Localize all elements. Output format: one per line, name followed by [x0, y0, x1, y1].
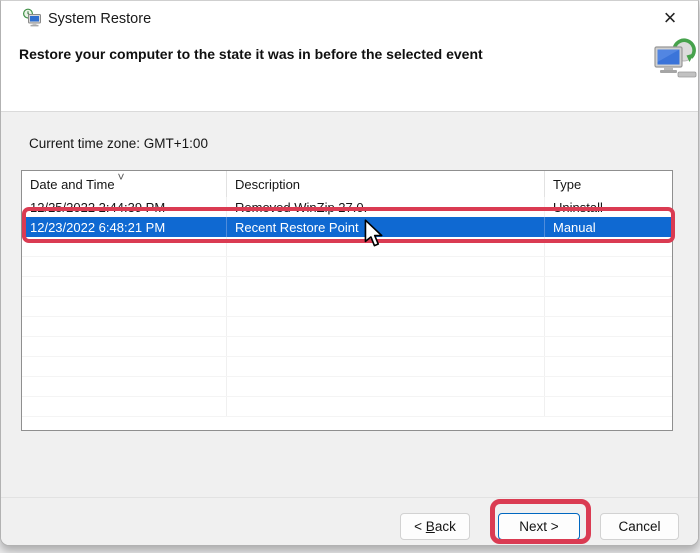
dialog-footer: < Back Next > Cancel: [1, 497, 698, 546]
back-button[interactable]: < Back: [400, 513, 470, 540]
restore-point-row-selected[interactable]: 12/23/2022 6:48:21 PM Recent Restore Poi…: [22, 217, 672, 237]
table-row-empty: [22, 397, 672, 417]
column-header-type[interactable]: Type: [545, 171, 672, 197]
table-row-empty: [22, 377, 672, 397]
window-title: System Restore: [48, 11, 151, 27]
table-row-empty: [22, 297, 672, 317]
cell-type: Manual: [545, 217, 672, 237]
cell-type: Uninstall: [545, 197, 672, 217]
title-bar: System Restore ×: [1, 1, 698, 39]
dialog-body: Current time zone: GMT+1:00 Date and Tim…: [1, 111, 698, 497]
table-row-empty: [22, 277, 672, 297]
close-icon[interactable]: ×: [650, 1, 690, 35]
column-header-description[interactable]: Description: [227, 171, 545, 197]
cell-date: 12/25/2022 2:44:39 PM: [22, 197, 227, 217]
table-row-empty: [22, 237, 672, 257]
next-button[interactable]: Next >: [498, 513, 580, 540]
column-header-label: Date and Time: [30, 177, 115, 192]
timezone-label: Current time zone: GMT+1:00: [29, 136, 208, 151]
cell-date: 12/23/2022 6:48:21 PM: [22, 217, 227, 237]
dialog-heading: Restore your computer to the state it wa…: [19, 46, 483, 62]
restore-points-table: Date and Time ˅ Description Type 12/25/2…: [21, 170, 673, 431]
cell-description: Removed WinZip 27.0.: [227, 197, 545, 217]
table-row-empty: [22, 337, 672, 357]
column-header-date-and-time[interactable]: Date and Time ˅: [22, 171, 227, 197]
system-restore-app-icon: [22, 8, 42, 28]
table-row-empty: [22, 317, 672, 337]
table-row-empty: [22, 357, 672, 377]
sort-direction-icon: ˅: [118, 171, 125, 184]
restore-point-row[interactable]: 12/25/2022 2:44:39 PM Removed WinZip 27.…: [22, 197, 672, 217]
system-restore-illustration-icon: [650, 38, 698, 80]
cell-description: Recent Restore Point: [227, 217, 545, 237]
table-row-empty: [22, 257, 672, 277]
table-header-row: Date and Time ˅ Description Type: [22, 171, 672, 197]
system-restore-dialog: System Restore × Restore your computer t…: [0, 0, 699, 546]
cancel-button[interactable]: Cancel: [600, 513, 679, 540]
